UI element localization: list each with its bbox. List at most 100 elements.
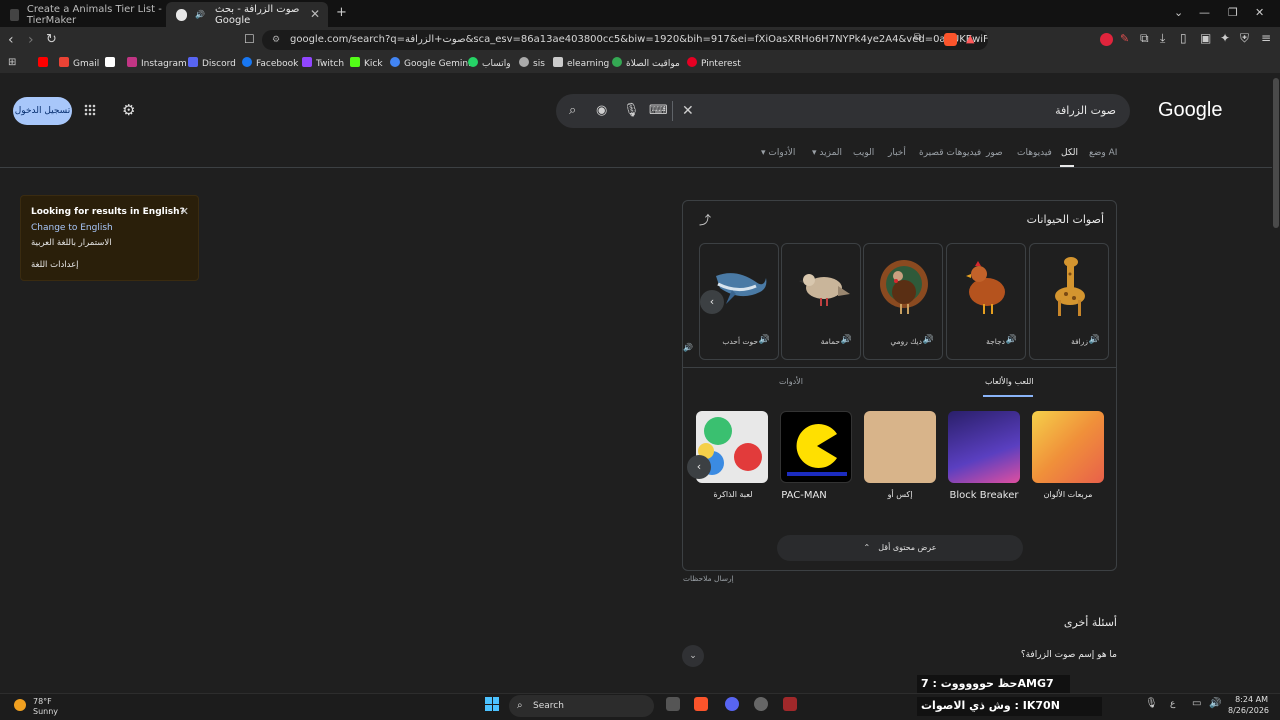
download-icon[interactable]: ⤓	[1160, 31, 1165, 46]
search-icon[interactable]: ⌕	[569, 103, 576, 118]
weather-sun-icon[interactable]	[14, 699, 26, 711]
tab-search-icon[interactable]: ⌄	[1174, 6, 1183, 19]
play-sound-icon[interactable]: 🔊	[1089, 335, 1100, 345]
animal-tile-giraffe[interactable]: زرافة 🔊	[1029, 243, 1109, 360]
settings-gear-icon[interactable]: ⚙	[122, 101, 135, 119]
new-tab-button[interactable]: +	[336, 5, 347, 20]
leo-ai-icon[interactable]: ✦	[1220, 31, 1230, 45]
site-info-icon[interactable]: ⚙	[272, 30, 280, 50]
volume-icon[interactable]: 🔊	[1209, 698, 1221, 709]
mic-icon[interactable]: 🎙	[623, 103, 640, 118]
discord-taskbar-icon[interactable]	[725, 697, 739, 711]
wallet-icon[interactable]: ▣	[1200, 31, 1211, 45]
reload-button[interactable]: ↻	[46, 32, 57, 47]
carousel-prev-button[interactable]: ‹	[700, 290, 724, 314]
bookmark-sis[interactable]: sis	[519, 57, 545, 69]
bookmark-discord[interactable]: Discord	[188, 57, 236, 69]
animal-tile-dove[interactable]: حمامة 🔊	[781, 243, 861, 360]
brave-taskbar-icon[interactable]	[694, 697, 708, 711]
game-pacman[interactable]	[780, 411, 852, 483]
minimize-button[interactable]: —	[1199, 6, 1210, 19]
apps-grid-icon[interactable]: ⊞	[8, 57, 16, 68]
games-prev-button[interactable]: ‹	[687, 455, 711, 479]
mic-tray-icon[interactable]: 🎙	[1145, 698, 1158, 709]
play-sound-icon[interactable]: 🔊	[759, 335, 770, 345]
animal-tile-turkey[interactable]: ديك رومي 🔊	[863, 243, 943, 360]
bookmark-twitch[interactable]: Twitch	[302, 57, 344, 69]
bookmark-pinterest[interactable]: Pinterest	[687, 57, 741, 69]
game-color-squares[interactable]	[1032, 411, 1104, 483]
paa-question[interactable]: ما هو إسم صوت الزرافة؟	[1021, 650, 1117, 660]
translate-icon[interactable]: ⧉	[914, 32, 921, 43]
animal-tile-chicken[interactable]: دجاجة 🔊	[946, 243, 1026, 360]
menu-icon[interactable]: ≡	[1261, 31, 1271, 45]
show-less-button[interactable]: ⌃ عرض محتوى أقل	[777, 535, 1023, 561]
windows-start-icon[interactable]	[485, 697, 499, 711]
game-block-breaker[interactable]	[948, 411, 1020, 483]
change-to-english-link[interactable]: Change to English	[31, 223, 113, 233]
back-button[interactable]: ‹	[8, 32, 14, 48]
language-tray-icon[interactable]: ع	[1170, 699, 1175, 709]
tab-google-search[interactable]: 🔊 صوت الزرافة - بحث Google ✕	[166, 2, 328, 27]
partial-speaker-icon[interactable]: 🔊	[683, 343, 693, 352]
bookmark-gemini[interactable]: Google Gemini	[390, 57, 471, 69]
tab-news[interactable]: أخبار	[888, 148, 906, 158]
play-sound-icon[interactable]: 🔊	[923, 335, 934, 345]
share-icon[interactable]: ⤴	[699, 211, 711, 228]
subtab-games[interactable]: اللعب والألعاب	[985, 377, 1033, 386]
bookmark-elearning[interactable]: elearning	[553, 57, 609, 69]
bookmark-icon[interactable]: ☐	[244, 32, 255, 46]
task-view-icon[interactable]	[666, 697, 680, 711]
vpn-icon[interactable]: ⛨	[1240, 31, 1249, 46]
extensions-icon[interactable]: ⧉	[1140, 31, 1149, 46]
tab-short-videos[interactable]: فيديوهات قصيرة	[919, 148, 981, 158]
extension2-icon[interactable]: ✎	[1120, 32, 1129, 45]
tab-videos[interactable]: فيديوهات	[1017, 148, 1052, 158]
tab-tiermaker[interactable]: Create a Animals Tier List - TierMaker	[0, 2, 165, 27]
lens-icon[interactable]: ◉	[596, 103, 607, 118]
bookmark-x[interactable]	[105, 57, 119, 69]
taskbar-search[interactable]: ⌕ Search	[509, 695, 654, 717]
brave-shield-icon[interactable]	[944, 33, 957, 46]
address-bar[interactable]: ⚙ google.com/search?q=صوت+الزرافة&sca_es…	[262, 30, 988, 50]
speaker-icon[interactable]: 🔊	[195, 10, 205, 19]
forward-button[interactable]: ›	[28, 32, 34, 48]
bookmark-kick[interactable]: Kick	[350, 57, 383, 69]
clear-search-icon[interactable]: ✕	[682, 103, 694, 119]
tab-tools[interactable]: ▾ الأدوات	[761, 148, 795, 158]
keyboard-icon[interactable]: ⌨	[649, 103, 668, 118]
bookmark-gmail[interactable]: Gmail	[59, 57, 99, 69]
search-box[interactable]: صوت الزرافة	[556, 94, 1130, 128]
app2-taskbar-icon[interactable]	[783, 697, 797, 711]
language-settings-link[interactable]: إعدادات اللغة	[31, 260, 79, 270]
tab-ai-mode[interactable]: وضع AI	[1089, 148, 1117, 158]
bookmark-whatsapp[interactable]: واتساب	[468, 57, 511, 69]
bookmark-instagram[interactable]: Instagram	[127, 57, 187, 69]
app-taskbar-icon[interactable]	[754, 697, 768, 711]
sidebar-icon[interactable]: ▯	[1180, 31, 1187, 45]
subtab-tools[interactable]: الأدوات	[779, 377, 803, 386]
bookmark-facebook[interactable]: Facebook	[242, 57, 298, 69]
close-popup-icon[interactable]: ✕	[180, 205, 189, 218]
clock[interactable]: 8:24 AM 8/26/2026	[1228, 694, 1269, 716]
google-apps-icon[interactable]	[84, 104, 96, 116]
tab-web[interactable]: الويب	[853, 148, 874, 158]
extension-icon[interactable]	[1100, 33, 1113, 46]
game-tic-tac-toe[interactable]	[864, 411, 936, 483]
scrollbar-thumb[interactable]	[1273, 78, 1279, 228]
maximize-button[interactable]: ❐	[1228, 6, 1238, 19]
close-window-button[interactable]: ✕	[1255, 6, 1264, 19]
tab-images[interactable]: صور	[986, 148, 1003, 158]
network-icon[interactable]: ▭	[1192, 698, 1201, 709]
bookmark-youtube[interactable]	[38, 57, 52, 69]
tab-all[interactable]: الكل	[1061, 148, 1078, 158]
google-logo[interactable]: Google	[1158, 99, 1223, 122]
close-tab-icon[interactable]: ✕	[310, 7, 320, 21]
brave-rewards-icon[interactable]: ▲	[966, 32, 974, 45]
bookmark-prayer-times[interactable]: مواقيت الصلاة	[612, 57, 680, 69]
keep-arabic-link[interactable]: الاستمرار باللغة العربية	[31, 238, 112, 248]
signin-button[interactable]: تسجيل الدخول	[13, 97, 72, 125]
send-feedback-link[interactable]: إرسال ملاحظات	[683, 574, 734, 583]
chevron-down-icon[interactable]: ⌄	[682, 645, 704, 667]
search-input[interactable]: صوت الزرافة	[1055, 104, 1116, 117]
